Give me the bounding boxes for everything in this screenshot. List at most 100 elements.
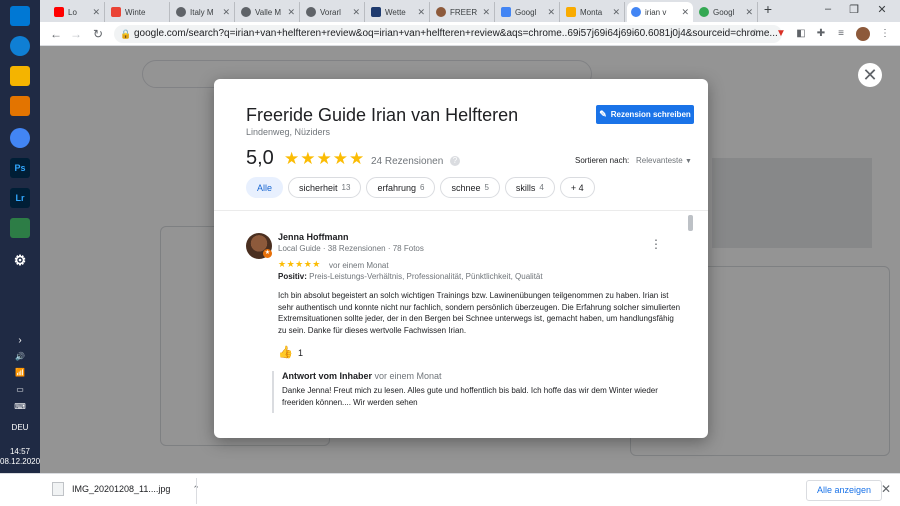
sort-label: Sortieren nach: <box>575 156 630 165</box>
browser-tab[interactable]: Googl ✕ <box>497 2 560 22</box>
browser-tab[interactable]: Googl ✕ <box>695 2 758 22</box>
tab-close-icon[interactable]: ✕ <box>745 7 753 18</box>
gmail-icon <box>111 7 121 17</box>
tab-close-icon[interactable]: ✕ <box>612 7 620 18</box>
browser-tab[interactable]: Monta ✕ <box>562 2 625 22</box>
tray-chevron-icon[interactable]: › <box>0 336 40 346</box>
tab-close-icon[interactable]: ✕ <box>681 7 689 18</box>
new-tab-icon[interactable]: + <box>758 1 778 17</box>
minimize-icon[interactable]: – <box>818 3 838 15</box>
tray-volume-icon[interactable]: 🔊 <box>0 352 40 362</box>
business-address: Lindenweg, Nüziders <box>246 127 331 137</box>
file-explorer-icon[interactable] <box>10 66 30 86</box>
google-translate-icon <box>501 7 511 17</box>
chip-label: erfahrung <box>377 182 416 193</box>
download-filename: IMG_20201208_11....jpg <box>72 484 171 494</box>
more-options-icon[interactable]: ⋮ <box>650 237 662 251</box>
close-dialog-icon[interactable]: ✕ <box>858 63 882 87</box>
tab-label: Googl <box>713 7 735 17</box>
chip-alle[interactable]: Alle <box>246 177 284 198</box>
media-player-icon[interactable] <box>10 96 30 116</box>
owner-reply: Antwort vom Inhaber vor einem Monat Dank… <box>272 371 684 413</box>
tab-close-icon[interactable]: ✕ <box>92 7 100 18</box>
chip-count: 6 <box>419 183 425 192</box>
chrome-menu-icon[interactable]: ⋮ <box>878 27 892 41</box>
window-close-icon[interactable]: ✕ <box>872 3 892 16</box>
windows-start-icon[interactable] <box>10 6 30 26</box>
lightroom-icon[interactable]: Lr <box>10 188 30 208</box>
tab-close-icon[interactable]: ✕ <box>222 7 230 18</box>
bookmark-star-icon[interactable]: ☆ <box>748 27 762 41</box>
extension-icon[interactable]: ◧ <box>794 27 808 41</box>
tab-label: Valle M <box>255 7 282 17</box>
clock-time[interactable]: 14:57 <box>0 447 40 457</box>
positive-text: Preis-Leistungs-Verhältnis, Professional… <box>309 272 543 281</box>
language-indicator[interactable]: DEU <box>0 423 40 433</box>
tab-label: Vorarl <box>320 7 341 17</box>
sort-value: Relevanteste <box>636 156 683 165</box>
extensions-puzzle-icon[interactable]: ✚ <box>814 27 828 41</box>
tab-close-icon[interactable]: ✕ <box>482 7 490 18</box>
write-review-button[interactable]: ✎ Rezension schreiben <box>596 105 694 124</box>
chip-label: + 4 <box>570 182 584 193</box>
restore-icon[interactable]: ❐ <box>844 3 864 16</box>
chip-erfahrung[interactable]: erfahrung 6 <box>366 177 436 198</box>
chip-label: Alle <box>257 182 273 193</box>
topic-chips: Alle sicherheit 13 erfahrung 6 schnee 5 ski… <box>246 177 600 198</box>
tab-close-icon[interactable]: ✕ <box>352 7 360 18</box>
photoshop-icon[interactable]: Ps <box>10 158 30 178</box>
tab-close-icon[interactable]: ✕ <box>287 7 295 18</box>
download-item[interactable]: IMG_20201208_11....jpg⌃ <box>52 482 200 496</box>
chrome-icon[interactable] <box>10 128 30 148</box>
tab-close-icon[interactable]: ✕ <box>547 7 555 18</box>
chip-sicherheit[interactable]: sicherheit 13 <box>288 177 362 198</box>
browser-tab[interactable]: Wette ✕ <box>367 2 430 22</box>
browser-tab[interactable]: Valle M ✕ <box>237 2 300 22</box>
address-bar-url: google.com/search?q=irian+van+helfteren+… <box>134 28 778 39</box>
tray-network-icon[interactable]: 📶 <box>0 368 40 378</box>
chip-schnee[interactable]: schnee 5 <box>440 177 500 198</box>
app-icon[interactable] <box>10 218 30 238</box>
thumbs-up-icon[interactable]: 👍 <box>278 345 293 359</box>
browser-tab[interactable]: Lo ✕ <box>50 2 105 22</box>
tray-keyboard-icon[interactable]: ⌨ <box>0 402 40 412</box>
scrollbar-thumb[interactable] <box>688 215 693 231</box>
help-icon[interactable]: ? <box>450 156 460 166</box>
tray-battery-icon[interactable]: ▭ <box>0 385 40 395</box>
show-all-downloads-button[interactable]: Alle anzeigen <box>806 480 883 501</box>
reading-list-icon[interactable]: ≡ <box>834 27 848 41</box>
rating-stars: ★★★★★ <box>284 149 366 168</box>
reload-icon[interactable]: ↻ <box>90 26 106 42</box>
clock-date[interactable]: 08.12.2020 <box>0 457 40 467</box>
reviewer-name[interactable]: Jenna Hoffmann <box>278 232 349 242</box>
tab-label: Wette <box>385 7 406 17</box>
pencil-icon: ✎ <box>599 109 607 119</box>
review-count[interactable]: 24 Rezensionen <box>371 156 443 167</box>
sort-dropdown[interactable]: Relevanteste ▼ <box>636 156 692 165</box>
browser-tab[interactable]: Italy M ✕ <box>172 2 235 22</box>
back-arrow-icon[interactable]: ← <box>48 26 64 42</box>
chip-count: 4 <box>539 183 544 192</box>
reviewer-meta: Local Guide · 38 Rezensionen · 78 Fotos <box>278 244 424 253</box>
browser-tab[interactable]: Winte <box>107 2 170 22</box>
chip-skills[interactable]: skills 4 <box>504 177 555 198</box>
site-logo-icon <box>371 7 381 17</box>
address-bar[interactable]: 🔒 google.com/search?q=irian+van+helftere… <box>114 25 782 43</box>
edge-icon[interactable] <box>10 36 30 56</box>
tab-label: Winte <box>125 7 146 17</box>
browser-tab[interactable]: Vorarl ✕ <box>302 2 365 22</box>
forward-arrow-icon[interactable]: → <box>68 26 84 42</box>
settings-icon[interactable]: ⚙ <box>10 250 30 270</box>
tab-favicon-icon <box>54 7 64 17</box>
tab-label: Italy M <box>190 7 214 17</box>
browser-tab[interactable]: FREER ✕ <box>432 2 495 22</box>
average-rating: 5,0 <box>246 147 274 169</box>
chip-more[interactable]: + 4 <box>559 177 595 198</box>
browser-tab-active[interactable]: irian v ✕ <box>627 2 693 22</box>
tab-close-icon[interactable]: ✕ <box>417 7 425 18</box>
lock-icon: 🔒 <box>120 29 132 39</box>
close-downloads-icon[interactable]: ✕ <box>881 482 891 496</box>
extension-shield-icon[interactable]: ▼ <box>774 27 788 41</box>
profile-avatar[interactable] <box>856 27 870 41</box>
divider <box>196 478 197 504</box>
